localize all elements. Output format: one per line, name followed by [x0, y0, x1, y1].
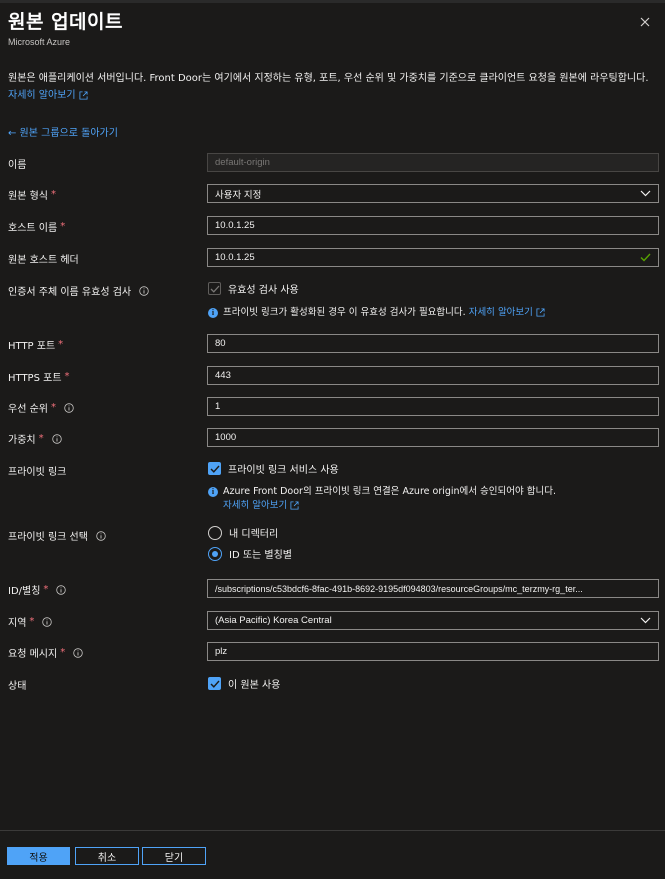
private-link-select-label: 프라이빗 링크 선택	[8, 528, 106, 543]
radio-button[interactable]	[208, 546, 222, 561]
info-icon[interactable]	[42, 616, 53, 627]
private-link-checkbox[interactable]: 프라이빗 링크 서비스 사용	[208, 461, 339, 476]
cert-check-checkbox-label: 유효성 검사 사용	[228, 285, 299, 296]
priority-input[interactable]: 1	[207, 397, 659, 416]
external-link-icon	[79, 90, 88, 100]
footer-divider	[0, 830, 665, 831]
request-message-input[interactable]: plz	[207, 642, 659, 661]
private-link-label: 프라이빗 링크	[8, 467, 67, 478]
enable-origin-checkbox[interactable]: 이 원본 사용	[208, 676, 280, 691]
external-link-icon	[536, 308, 545, 317]
origin-type-select[interactable]: 사용자 지정	[207, 184, 659, 203]
priority-label: 우선 순위 *	[8, 400, 74, 415]
private-link-checkbox-label: 프라이빗 링크 서비스 사용	[228, 465, 339, 476]
http-port-input[interactable]: 80	[207, 334, 659, 353]
https-port-input[interactable]: 443	[207, 366, 659, 385]
origin-host-header-label: 원본 호스트 헤더	[8, 255, 79, 266]
back-to-origin-group-link[interactable]: ← 원본 그룹으로 돌아가기	[8, 124, 118, 139]
cert-check-learn-more-link[interactable]: 자세히 알아보기	[469, 307, 533, 318]
name-input: default-origin	[207, 153, 659, 172]
info-icon[interactable]	[139, 285, 149, 296]
cert-check-info-text: 프라이빗 링크가 활성화된 경우 이 유효성 검사가 필요합니다.	[223, 307, 466, 318]
panel-top-edge	[0, 0, 665, 3]
weight-input[interactable]: 1000	[207, 428, 659, 447]
id-alias-input[interactable]: /subscriptions/c53bdcf6-8fac-491b-8692-9…	[207, 579, 659, 598]
description: 원본은 애플리케이션 서버입니다. Front Door는 여기에서 지정하는 …	[8, 70, 658, 104]
page-title: 원본 업데이트	[8, 11, 123, 33]
region-select[interactable]: (Asia Pacific) Korea Central	[207, 611, 659, 630]
enable-origin-checkbox-label: 이 원본 사용	[228, 680, 281, 691]
host-name-input[interactable]: 10.0.1.25	[207, 216, 659, 235]
origin-host-header-input[interactable]: 10.0.1.25	[207, 248, 659, 267]
private-link-info-text: Azure Front Door의 프라이빗 링크 연결은 Azure orig…	[223, 486, 557, 497]
cancel-button[interactable]: 취소	[75, 847, 139, 865]
info-icon: i	[208, 487, 218, 497]
info-icon[interactable]	[51, 433, 62, 444]
checkbox[interactable]	[208, 462, 221, 475]
cert-check-label: 인증서 주체 이름 유효성 검사	[8, 283, 149, 298]
apply-button[interactable]: 적용	[7, 847, 70, 865]
request-message-label: 요청 메시지 *	[8, 645, 83, 660]
private-link-info: i Azure Front Door의 프라이빗 링크 연결은 Azure or…	[208, 485, 556, 513]
info-icon[interactable]	[96, 530, 106, 541]
region-label: 지역 *	[8, 614, 53, 629]
external-link-icon	[290, 501, 299, 510]
weight-label: 가중치 *	[8, 431, 62, 446]
host-name-label: 호스트 이름 *	[8, 221, 66, 234]
checkbox[interactable]	[208, 282, 221, 295]
cert-check-checkbox[interactable]: 유효성 검사 사용	[208, 281, 299, 296]
radio-id-or-alias-label: ID 또는 별칭별	[229, 550, 293, 561]
status-label: 상태	[8, 681, 27, 692]
chevron-down-icon	[640, 190, 651, 197]
learn-more-link[interactable]: 자세히 알아보기	[8, 90, 76, 101]
page-subtitle: Microsoft Azure	[8, 37, 71, 47]
checkbox[interactable]	[208, 677, 221, 690]
info-icon[interactable]	[64, 402, 74, 413]
http-port-label: HTTP 포트 *	[8, 339, 64, 352]
id-alias-label: ID/별칭 *	[8, 582, 67, 597]
info-icon[interactable]	[56, 584, 67, 595]
chevron-down-icon	[640, 617, 651, 624]
info-icon: i	[208, 308, 218, 318]
radio-my-directory-label: 내 디렉터리	[229, 529, 279, 540]
name-label: 이름	[8, 160, 27, 171]
radio-button[interactable]	[208, 525, 222, 540]
radio-my-directory[interactable]: 내 디렉터리	[208, 525, 278, 540]
origin-type-label: 원본 형식 *	[8, 189, 56, 202]
description-text: 원본은 애플리케이션 서버입니다. Front Door는 여기에서 지정하는 …	[8, 73, 649, 84]
private-link-learn-more-link[interactable]: 자세히 알아보기	[223, 500, 287, 511]
close-button[interactable]: 닫기	[142, 847, 206, 865]
close-icon[interactable]	[636, 13, 654, 31]
checkmark-icon	[640, 253, 651, 262]
radio-id-or-alias[interactable]: ID 또는 별칭별	[208, 546, 292, 561]
cert-check-info: i 프라이빗 링크가 활성화된 경우 이 유효성 검사가 필요합니다. 자세히 …	[208, 306, 545, 320]
info-icon[interactable]	[73, 647, 83, 658]
https-port-label: HTTPS 포트 *	[8, 371, 70, 384]
